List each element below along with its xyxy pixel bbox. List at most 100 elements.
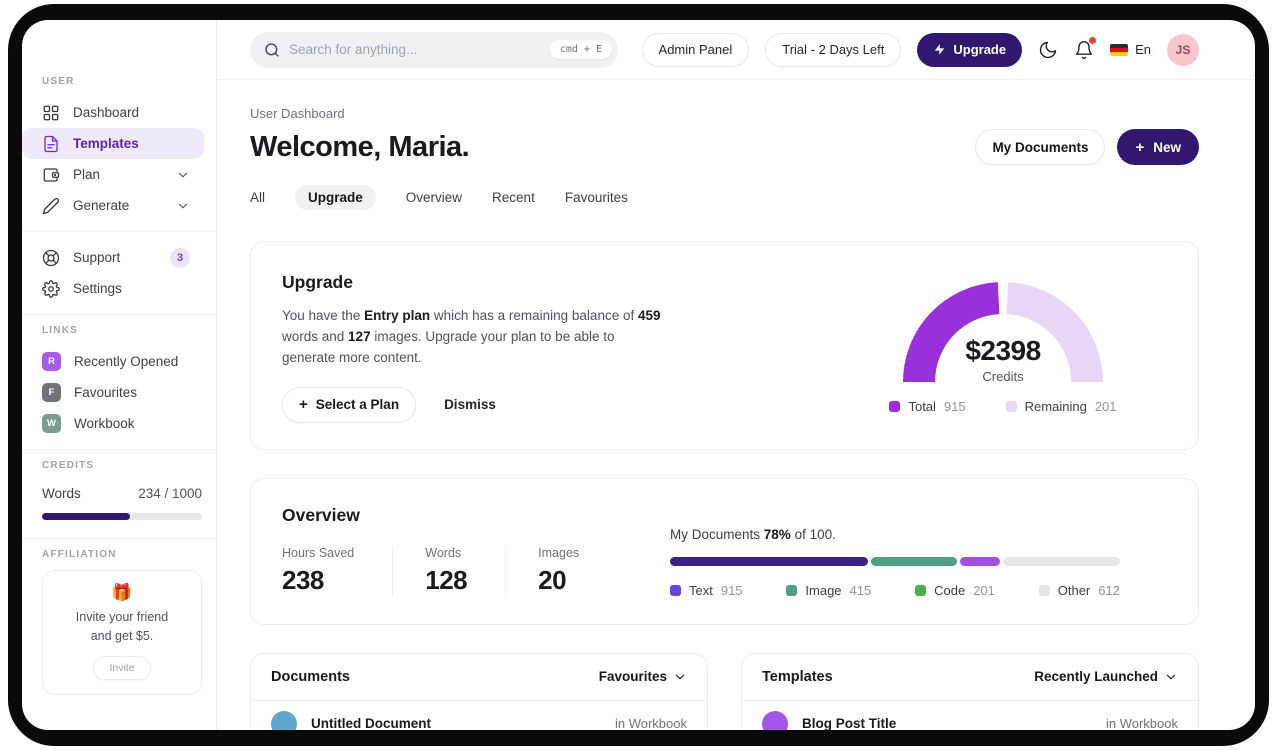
gauge-legend: Total 915 Remaining 201 [889, 399, 1117, 414]
tab-favourites[interactable]: Favourites [565, 185, 628, 210]
legend-swatch [1038, 584, 1050, 596]
gauge-center: $2398 Credits [893, 335, 1113, 384]
bar-segment-image [871, 556, 957, 566]
filter-tabs: All Upgrade Overview Recent Favourites [250, 183, 1199, 211]
title-row: Welcome, Maria. My Documents + New [250, 129, 1199, 165]
overview-card-title: Overview [282, 504, 360, 525]
topbar: cmd + E Admin Panel Trial - 2 Days Left … [217, 20, 1255, 80]
sidebar-link-favourites[interactable]: F Favourites [22, 377, 204, 408]
upgrade-card: Upgrade You have the Entry plan which ha… [250, 241, 1199, 450]
gear-icon [42, 279, 60, 298]
credits-progress-fill [42, 513, 130, 520]
select-plan-button[interactable]: + Select a Plan [282, 386, 417, 423]
templates-filter-dropdown[interactable]: Recently Launched [1034, 669, 1178, 684]
notifications-button[interactable] [1074, 36, 1097, 60]
sidebar-link-recently-opened[interactable]: R Recently Opened [22, 346, 204, 377]
documents-legend: Text 915 Image 415 Code 201 Other 612 [670, 583, 1120, 598]
sidebar-item-support[interactable]: Support 3 [22, 242, 204, 273]
sidebar-item-label: Favourites [74, 385, 138, 400]
tab-all[interactable]: All [250, 185, 265, 210]
credits-label: Words [42, 485, 81, 501]
user-avatar[interactable]: JS [1167, 33, 1199, 66]
new-button[interactable]: + New [1117, 129, 1199, 165]
language-selector[interactable]: En [1110, 42, 1151, 57]
app-window: USER Dashboard Templates Plan Generate S… [22, 20, 1255, 730]
sidebar-item-label: Dashboard [73, 105, 140, 120]
page-title: Welcome, Maria. [250, 130, 470, 163]
tab-recent[interactable]: Recent [492, 185, 535, 210]
search-input[interactable] [289, 42, 550, 57]
content-area: User Dashboard Welcome, Maria. My Docume… [217, 80, 1255, 730]
legend-swatch [889, 401, 901, 412]
stat-words: Words 128 [425, 545, 507, 596]
chevron-down-icon [176, 168, 190, 182]
sidebar-item-label: Templates [73, 136, 139, 151]
legend-item-text: Text 915 [670, 583, 743, 598]
legend-item-total: Total 915 [889, 399, 966, 414]
section-label-affiliation: AFFILIATION [42, 549, 117, 560]
documents-filter-dropdown[interactable]: Favourites [599, 669, 687, 684]
documents-card: Documents Favourites Untitled Document i… [250, 652, 708, 730]
template-row[interactable]: Blog Post Title in Workbook [742, 701, 1198, 730]
bar-segment-other [1003, 556, 1120, 566]
pencil-icon [42, 197, 60, 215]
moon-icon [1038, 40, 1058, 60]
link-initial-badge: R [42, 352, 61, 371]
divider [22, 314, 216, 315]
sidebar: USER Dashboard Templates Plan Generate S… [22, 20, 217, 730]
search-icon [264, 42, 280, 58]
gift-icon: 🎁 [111, 583, 133, 602]
sidebar-item-label: Workbook [74, 416, 135, 431]
sidebar-item-label: Settings [73, 281, 122, 296]
wallet-icon [42, 166, 60, 184]
upgrade-card-description: You have the Entry plan which has a rema… [282, 308, 661, 365]
dismiss-button[interactable]: Dismiss [444, 397, 496, 412]
credits-value: 234 / 1000 [138, 485, 202, 501]
sidebar-item-label: Plan [73, 167, 101, 182]
title-actions: My Documents + New [975, 129, 1199, 165]
bottom-row: Documents Favourites Untitled Document i… [250, 652, 1199, 730]
stats-row: Hours Saved 238 Words 128 Images 20 [282, 545, 649, 596]
legend-item-remaining: Remaining 201 [1005, 399, 1117, 414]
gauge-label: Credits [982, 369, 1024, 384]
affiliation-text: Invite your friend and get $5. [75, 610, 169, 643]
bolt-icon [933, 43, 946, 56]
language-label: En [1135, 42, 1151, 57]
breadcrumb: User Dashboard [250, 106, 345, 121]
section-label-user: USER [42, 76, 75, 87]
sidebar-item-settings[interactable]: Settings [22, 273, 204, 304]
sidebar-item-dashboard[interactable]: Dashboard [22, 97, 204, 128]
templates-card: Templates Recently Launched Blog Post Ti… [741, 652, 1199, 730]
legend-swatch [670, 584, 681, 596]
section-label-links: LINKS [42, 325, 78, 336]
tab-overview[interactable]: Overview [406, 185, 462, 210]
topbar-actions: Admin Panel Trial - 2 Days Left Upgrade [641, 32, 1199, 67]
stat-hours-saved: Hours Saved 238 [282, 545, 394, 596]
bar-segment-code [959, 556, 1000, 566]
sidebar-item-generate[interactable]: Generate [22, 190, 204, 221]
tab-upgrade[interactable]: Upgrade [295, 184, 376, 210]
device-frame: USER Dashboard Templates Plan Generate S… [8, 4, 1269, 746]
legend-item-image: Image 415 [786, 583, 871, 598]
segmented-progressbar [670, 556, 1120, 566]
legend-item-other: Other 612 [1038, 583, 1120, 598]
trial-badge: Trial - 2 Days Left [765, 32, 902, 67]
support-count-badge: 3 [170, 247, 190, 268]
my-documents-button[interactable]: My Documents [975, 129, 1106, 165]
upgrade-button[interactable]: Upgrade [917, 32, 1023, 67]
invite-button[interactable]: Invite [93, 655, 151, 680]
sidebar-item-plan[interactable]: Plan [22, 159, 204, 190]
chevron-down-icon [673, 670, 687, 684]
credits-gauge: $2398 Credits Total 915 Remaining 201 [878, 272, 1128, 423]
theme-toggle-button[interactable] [1038, 40, 1058, 60]
legend-item-code: Code 201 [915, 583, 995, 598]
sidebar-item-templates[interactable]: Templates [22, 128, 204, 159]
overview-left: Overview Hours Saved 238 Words 128 Image… [282, 505, 649, 598]
divider [22, 449, 216, 450]
sidebar-link-workbook[interactable]: W Workbook [22, 408, 204, 439]
search-bar[interactable]: cmd + E [250, 31, 618, 68]
admin-panel-button[interactable]: Admin Panel [641, 32, 750, 67]
notification-dot [1089, 36, 1097, 44]
document-row[interactable]: Untitled Document in Workbook [251, 701, 707, 730]
templates-card-header: Templates Recently Launched [742, 654, 1198, 700]
